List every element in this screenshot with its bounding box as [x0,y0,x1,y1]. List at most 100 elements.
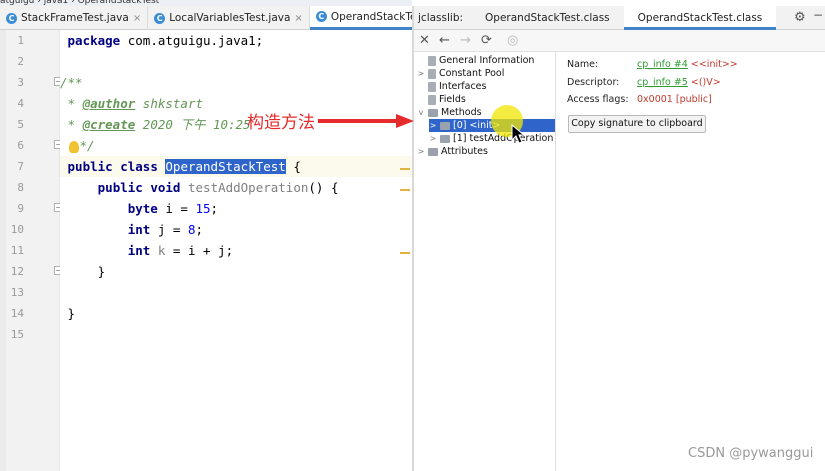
tree-item-general[interactable]: General Information [417,54,534,67]
code-text: } [67,306,76,321]
copy-signature-button[interactable]: Copy signature to clipboard [568,115,706,133]
code-line-12: } [60,261,412,282]
line-number: 2 [17,55,24,68]
chevron-right-icon[interactable]: > [417,145,425,158]
comment-text: 2020 下午 10:25 [135,117,251,132]
tree-item-interfaces[interactable]: Interfaces [417,80,486,93]
document-icon [428,68,436,79]
line-number: 7 [17,160,24,173]
back-arrow-icon[interactable]: ← [439,33,450,49]
tree-label: Constant Pool [439,68,505,79]
refresh-icon[interactable]: ⟳ [481,33,492,49]
method-name: testAddOperation [187,180,309,195]
code-line-6: */ [60,135,412,156]
tab-class-file[interactable]: OperandStackTest.class [471,6,624,30]
stripe-mark[interactable] [400,168,410,170]
forward-arrow-icon[interactable]: → [460,33,471,49]
class-structure-tree: General Information > Constant Pool Inter… [414,52,556,471]
code-text: ; [195,222,204,237]
tree-label: Fields [439,94,466,105]
code-text: { [285,159,301,174]
line-number: 5 [17,118,24,131]
web-icon[interactable]: ◎ [507,33,518,49]
code-text: j = [150,222,188,237]
tree-item-fields[interactable]: Fields [417,93,466,106]
tab-localvariablestest[interactable]: C LocalVariablesTest.java × [148,6,310,30]
line-number: 10 [10,223,24,236]
code-line-3: /** [60,72,412,93]
code-text: = i + j; [165,243,234,258]
document-icon [428,55,436,66]
code-line-1: package com.atguigu.java1; [60,30,412,51]
keyword: void [150,180,181,195]
folder-icon [428,147,438,156]
tree-item-method-testaddoperation[interactable]: > [1] testAddOperation [429,132,554,145]
chevron-right-icon[interactable]: > [417,67,425,80]
comment-text: /** [60,75,83,90]
minimize-icon[interactable]: − [813,8,823,22]
class-name-selection[interactable]: OperandStackTest [165,159,286,174]
line-number: 15 [10,328,24,341]
tree-label: Methods [441,107,482,118]
comment-text: shkstart [135,96,203,111]
chevron-right-icon[interactable]: > [429,119,437,132]
jclasslib-toolbar: ✕ ← → ⟳ ◎ [414,30,825,52]
tab-class-file-active[interactable]: OperandStackTest.class [623,5,777,30]
cp-info-link[interactable]: cp_info #5 [637,77,688,88]
line-number-gutter: 1 2 3 4 5 6 7 8 9 10 11 12 13 14 15 − − … [6,30,63,471]
document-icon [428,81,436,92]
tab-stackframetest[interactable]: C StackFrameTest.java × [0,6,149,30]
cp-info-link[interactable]: cp_info #4 [637,59,688,70]
doc-tag: @author [82,96,136,111]
line-number: 11 [10,244,24,257]
mouse-cursor-icon [511,124,525,144]
editor-tab-bar: C StackFrameTest.java × C LocalVariables… [0,6,471,30]
code-text: i = [157,201,196,216]
watermark: CSDN @pywanggui [688,446,814,461]
code-editor[interactable]: package com.atguigu.java1; /** * @author… [60,30,412,471]
line-number: 14 [10,307,24,320]
code-line-10: int j = 8; [60,219,412,240]
code-line-7: public class OperandStackTest { [60,156,412,177]
gear-icon[interactable]: ⚙ [794,10,806,25]
name-row: Name: cp_info #4 <<init>> [567,58,738,72]
code-text: } [97,264,106,279]
field-label: Name: [567,59,599,70]
name-value: <<init>> [690,59,738,70]
chevron-down-icon[interactable]: v [417,106,425,119]
comment-text: * [60,117,83,132]
stripe-mark[interactable] [400,252,410,254]
line-number: 6 [17,139,24,152]
line-number: 1 [17,34,24,47]
jclasslib-tab-bar: jclasslib: OperandStackTest.class Operan… [414,5,825,30]
keyword: public [97,180,143,195]
doc-tag: @create [82,117,136,132]
chevron-right-icon[interactable]: > [429,132,437,145]
keyword: int [127,243,151,258]
close-icon[interactable]: × [294,13,302,24]
tree-label: Interfaces [439,81,487,92]
keyword: int [127,222,151,237]
descriptor-value: <()V> [690,77,721,88]
field-label: Descriptor: [567,77,620,88]
line-number: 8 [17,181,24,194]
code-line-4: * @author shkstart [60,93,412,114]
keyword: public [67,159,113,174]
tab-label: LocalVariablesTest.java [169,12,291,24]
tree-item-methods[interactable]: v Methods [417,106,482,119]
lightbulb-icon[interactable] [68,140,79,153]
tree-label: General Information [439,55,535,66]
tree-item-constant-pool[interactable]: > Constant Pool [417,67,505,80]
stripe-mark[interactable] [400,189,410,191]
document-icon [428,94,436,105]
close-icon[interactable]: × [133,13,141,24]
code-text: () { [308,180,339,195]
close-icon[interactable]: ✕ [419,33,430,49]
code-line-11: int k = i + j; [60,240,412,261]
code-text: com.atguigu.java1; [120,33,264,48]
keyword: byte [127,201,158,216]
code-line-9: byte i = 15; [60,198,412,219]
tree-item-attributes[interactable]: > Attributes [417,145,488,158]
keyword: class [120,159,158,174]
folder-icon [440,121,450,130]
